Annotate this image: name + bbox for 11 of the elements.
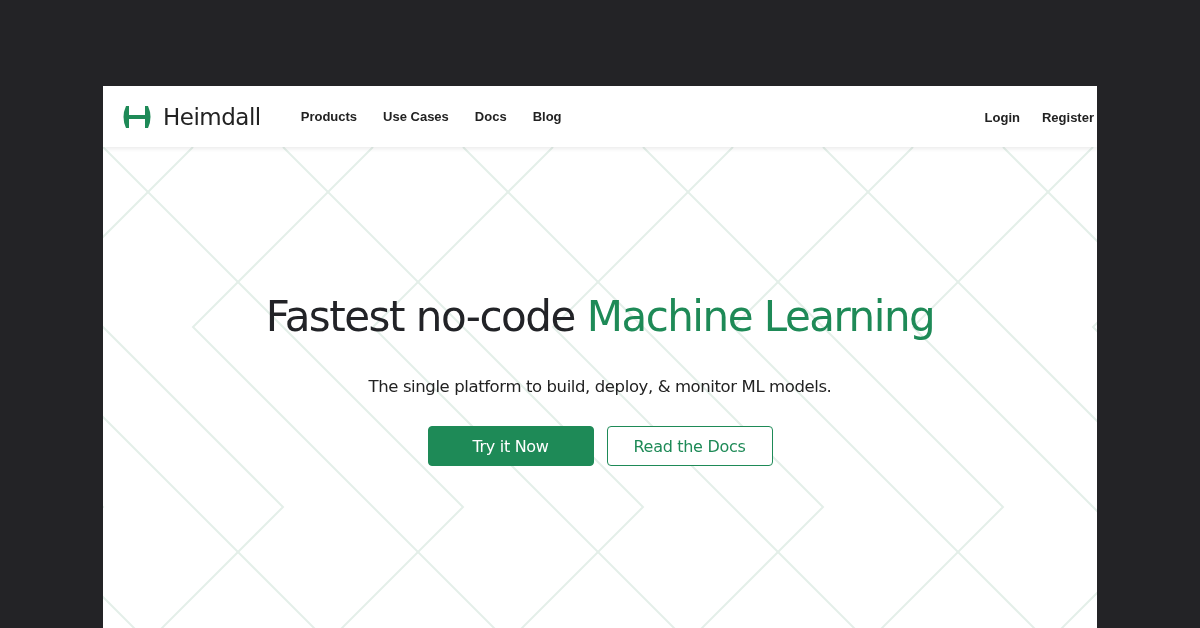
docs-button[interactable]: Read the Docs: [606, 426, 773, 466]
nav-link[interactable]: Use Cases: [383, 109, 449, 124]
nav-link[interactable]: Products: [300, 109, 358, 124]
nav-link[interactable]: Blog: [532, 109, 562, 124]
try-button[interactable]: Try it Now: [427, 426, 594, 466]
nav-link[interactable]: Docs: [474, 109, 507, 124]
headline: Fastest no-code Machine Learning: [265, 292, 935, 341]
subtitle: The single platform to build, deploy, & monitor ML models.: [368, 377, 832, 396]
nav-link[interactable]: Register: [1041, 110, 1094, 125]
brand-name: Heimdall: [163, 103, 261, 130]
nav-link[interactable]: Login: [984, 110, 1020, 125]
